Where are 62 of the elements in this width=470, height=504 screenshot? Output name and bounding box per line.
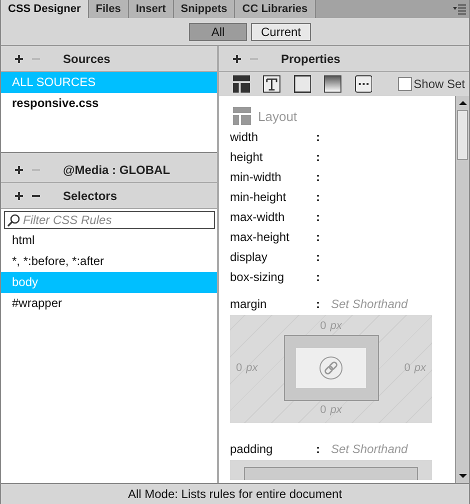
section-title: Layout xyxy=(258,108,298,124)
add-icon[interactable] xyxy=(15,164,23,174)
scroll-up-icon[interactable] xyxy=(458,100,468,106)
add-icon[interactable] xyxy=(15,54,23,64)
property-name: max-height xyxy=(230,230,290,244)
mode-button[interactable]: Current xyxy=(250,23,311,41)
scrollbar[interactable] xyxy=(455,96,469,483)
selector-item[interactable]: #wrapper xyxy=(1,293,217,314)
tab[interactable]: CC Libraries xyxy=(235,0,316,18)
source-item[interactable]: responsive.css xyxy=(1,93,217,114)
tab[interactable]: Files xyxy=(88,0,129,18)
text-icon[interactable] xyxy=(263,75,281,93)
layout-icon[interactable] xyxy=(233,75,250,93)
border-icon[interactable] xyxy=(294,75,312,93)
gradient-icon[interactable] xyxy=(324,75,342,93)
panel-title: @Media : GLOBAL xyxy=(63,162,170,176)
separator: : xyxy=(316,130,321,144)
separator: : xyxy=(316,170,321,184)
property-name: box-sizing xyxy=(230,270,286,284)
selector-item[interactable]: html xyxy=(1,230,217,251)
separator: : xyxy=(316,190,321,204)
add-icon[interactable] xyxy=(233,54,241,64)
panel-menu-icon[interactable] xyxy=(453,4,466,14)
scroll-thumb[interactable] xyxy=(457,110,468,160)
property-name: width xyxy=(230,130,260,144)
checkbox-label[interactable]: Show Set xyxy=(414,77,466,91)
separator: : xyxy=(316,442,321,456)
tab[interactable]: Insert xyxy=(128,0,174,18)
value-text: 0 xyxy=(320,320,326,332)
property-name: min-height xyxy=(230,190,288,204)
checkbox[interactable] xyxy=(398,77,412,91)
property-name: max-width xyxy=(230,210,286,224)
value-text: 0 xyxy=(236,362,242,374)
panel-title: Sources xyxy=(63,52,110,66)
unit-label: px xyxy=(330,404,342,416)
mode-button[interactable]: All xyxy=(188,23,247,41)
filter-field[interactable]: Filter CSS Rules xyxy=(4,211,215,229)
panel-title: Properties xyxy=(281,52,340,66)
selector-item[interactable]: *, *:before, *:after xyxy=(1,251,217,272)
value-text: 0 xyxy=(404,362,410,374)
separator: : xyxy=(316,210,321,224)
separator: : xyxy=(316,250,321,264)
separator: : xyxy=(316,150,321,164)
property-name: height xyxy=(230,150,264,164)
property-name: min-width xyxy=(230,170,282,184)
scroll-down-icon[interactable] xyxy=(458,473,468,479)
unit-label: px xyxy=(246,362,258,374)
separator: : xyxy=(316,270,321,284)
property-name: margin xyxy=(230,297,268,311)
property-name: padding xyxy=(230,442,274,456)
tab[interactable]: CSS Designer xyxy=(1,0,89,18)
unit-label: px xyxy=(330,320,342,332)
more-icon[interactable] xyxy=(354,75,372,93)
panel-title: Selectors xyxy=(63,188,118,202)
unit-label: px xyxy=(414,362,426,374)
value-text: 0 xyxy=(320,404,326,416)
separator: : xyxy=(316,230,321,244)
separator: : xyxy=(316,297,321,311)
tab[interactable]: Snippets xyxy=(174,0,236,18)
add-icon[interactable] xyxy=(15,190,23,200)
property-name: display xyxy=(230,250,268,264)
layout-icon xyxy=(233,107,251,125)
